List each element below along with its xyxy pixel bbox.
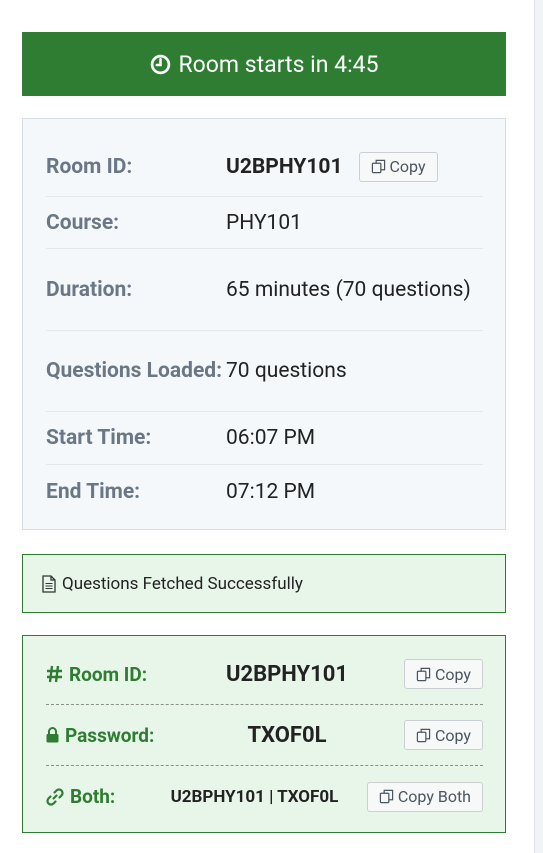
copy-button-label: Copy (434, 725, 471, 745)
info-label: End Time: (46, 480, 141, 504)
room-countdown-banner: Room starts in 4:45 (22, 32, 506, 96)
copy-button-label: Copy (389, 157, 426, 176)
cred-both-value: U2BPHY101 | TXOF0L (170, 786, 339, 807)
cred-label-text: Both: (70, 785, 116, 808)
copy-icon (416, 728, 431, 742)
duration-value: 65 minutes (70 questions) (226, 277, 471, 302)
hash-icon (47, 665, 62, 683)
cred-label-text: Room ID: (69, 662, 148, 686)
info-label: Start Time: (46, 426, 152, 450)
status-message: Questions Fetched Successfully (22, 554, 506, 613)
info-row-start-time: Start Time: 06:07 PM (46, 412, 483, 465)
info-row-room-id: Room ID: U2BPHY101 Copy (46, 137, 483, 197)
start-time-value: 06:07 PM (226, 426, 316, 450)
info-label: Duration: (46, 277, 133, 302)
copy-room-id-button[interactable]: Copy (358, 151, 438, 182)
cred-room-id-value: U2BPHY101 (225, 661, 349, 687)
cred-label-both: Both: (46, 785, 142, 808)
end-time-value: 07:12 PM (226, 480, 316, 504)
countdown-text: Room starts in 4:45 (178, 50, 379, 78)
cred-row-both: Both: U2BPHY101 | TXOF0L Copy Both (46, 766, 483, 827)
info-label: Room ID: (46, 154, 133, 179)
clock-icon (150, 54, 170, 74)
lock-icon (46, 727, 59, 743)
info-label: Course: (46, 210, 120, 235)
link-icon (46, 787, 64, 806)
cred-label-password: Password: (46, 724, 170, 747)
cred-row-room-id: Room ID: U2BPHY101 Copy (46, 644, 483, 705)
copy-room-id-cred-button[interactable]: Copy (403, 659, 483, 689)
copy-button-label: Copy Both (397, 787, 471, 806)
questions-loaded-value: 70 questions (226, 359, 347, 383)
copy-button-label: Copy (434, 664, 471, 684)
cred-label-room-id: Room ID: (46, 663, 170, 686)
room-id-value: U2BPHY101 (226, 154, 343, 179)
cred-label-text: Password: (65, 723, 155, 747)
room-info-card: Room ID: U2BPHY101 Copy Course: PHY101 D… (22, 118, 506, 530)
status-text: Questions Fetched Successfully (62, 573, 303, 594)
credentials-box: Room ID: U2BPHY101 Copy Password: TXOF0L (22, 635, 506, 833)
cred-password-value: TXOF0L (247, 722, 327, 748)
cred-row-password: Password: TXOF0L Copy (46, 705, 483, 766)
copy-icon (379, 789, 394, 804)
copy-icon (416, 667, 431, 681)
info-row-course: Course: PHY101 (46, 197, 483, 249)
copy-icon (371, 159, 385, 174)
scrollbar-track[interactable] (534, 0, 543, 853)
info-row-end-time: End Time: 07:12 PM (46, 465, 483, 519)
file-text-icon (42, 574, 56, 593)
main-container: Room starts in 4:45 Room ID: U2BPHY101 C… (22, 32, 506, 833)
info-row-questions-loaded: Questions Loaded: 70 questions (46, 331, 483, 412)
copy-password-button[interactable]: Copy (403, 720, 483, 750)
info-label: Questions Loaded: (46, 359, 223, 383)
info-row-duration: Duration: 65 minutes (70 questions) (46, 249, 483, 331)
course-value: PHY101 (226, 210, 302, 235)
copy-both-button[interactable]: Copy Both (366, 781, 483, 812)
